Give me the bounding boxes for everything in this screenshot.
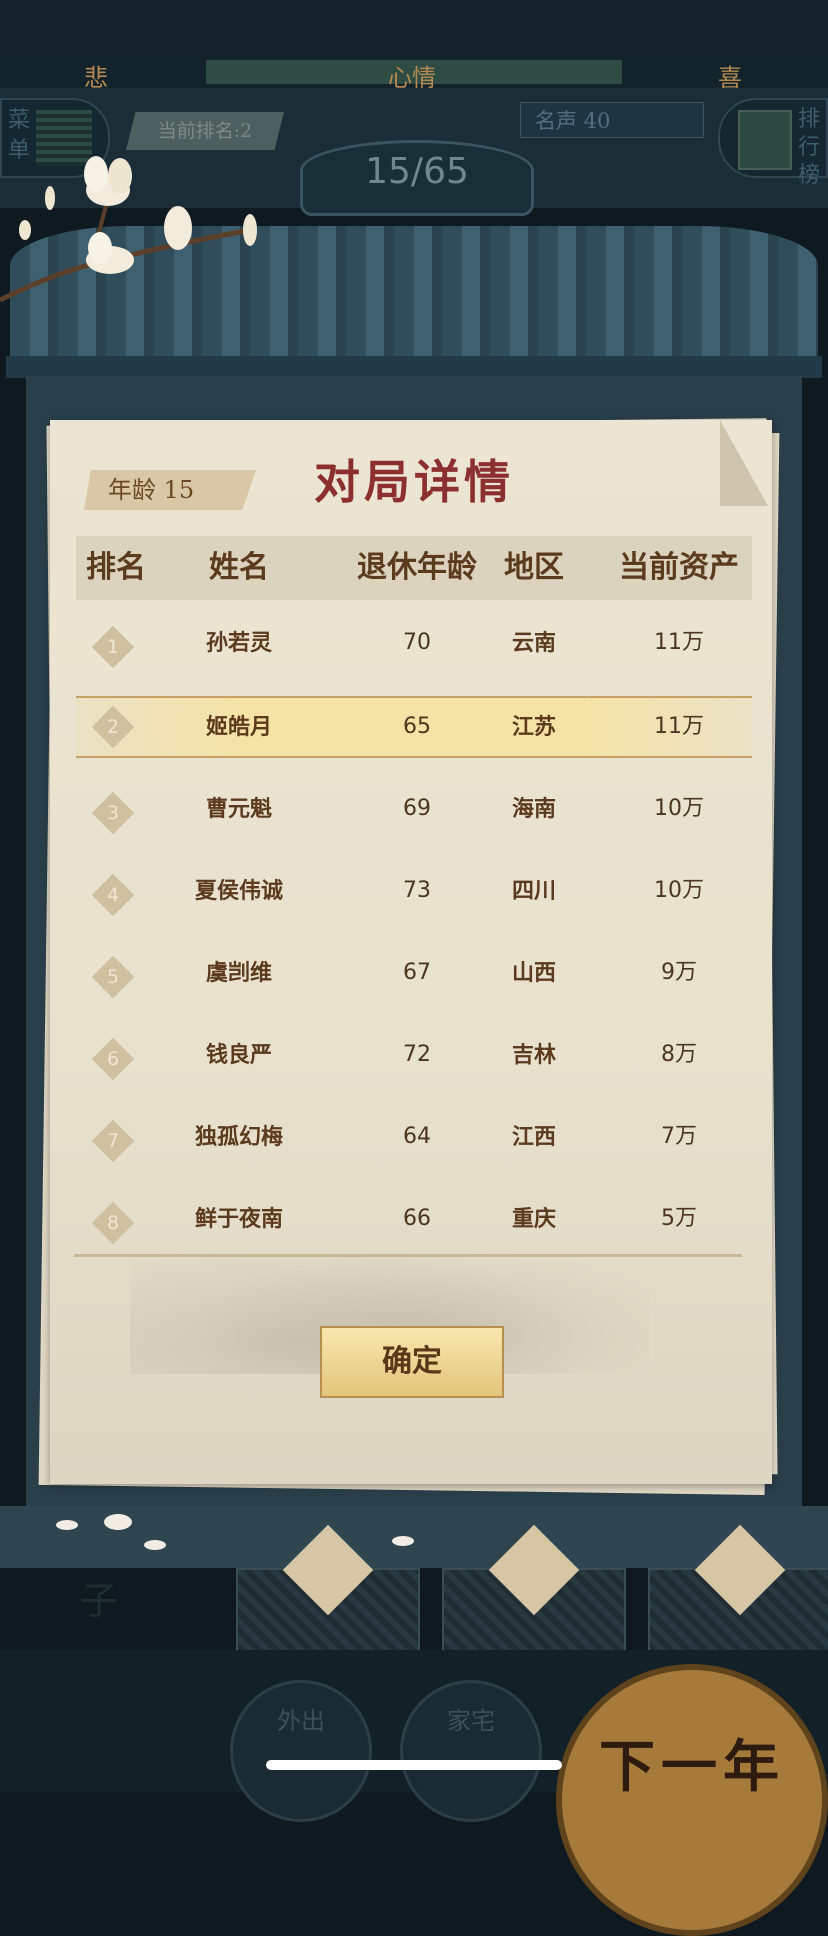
rank-badge: 4 <box>91 873 135 917</box>
turn-plaque: 15/65 <box>300 140 534 216</box>
rank-badge: 7 <box>91 1119 135 1163</box>
header-assets: 当前资产 <box>619 550 739 585</box>
assets: 10万 <box>654 878 704 903</box>
go-out-label: 外出 <box>277 1707 325 1735</box>
player-name: 曹元魁 <box>205 796 272 822</box>
rank-badge: 2 <box>91 705 135 749</box>
current-rank-badge: 当前排名:2 <box>126 112 284 150</box>
retire-age: 65 <box>403 714 431 739</box>
table-bottom-divider <box>74 1254 742 1257</box>
header-retire-age: 退休年龄 <box>357 550 477 585</box>
retire-age: 70 <box>403 630 431 655</box>
petal-icon <box>392 1536 414 1546</box>
retire-age: 69 <box>403 796 431 821</box>
region: 四川 <box>511 878 556 904</box>
building-tile <box>648 1524 828 1652</box>
assets: 7万 <box>661 1124 697 1149</box>
leaderboard-button[interactable]: 排行榜 <box>718 98 828 188</box>
home-button[interactable]: 家宅 <box>400 1680 542 1822</box>
region: 山西 <box>511 960 556 986</box>
assets: 11万 <box>654 714 704 739</box>
rank-badge: 1 <box>91 625 135 669</box>
table-row: 7 独孤幻梅 64 江西 7万 <box>76 1096 752 1178</box>
header-region: 地区 <box>504 550 564 585</box>
retire-age: 73 <box>403 878 431 903</box>
ranking-table: 排名 姓名 退休年龄 地区 当前资产 1 孙若灵 70 云南 11万 2 姬皓月… <box>76 536 752 1256</box>
rank-badge: 3 <box>91 791 135 835</box>
region: 吉林 <box>511 1042 556 1068</box>
retire-age: 66 <box>403 1206 431 1231</box>
table-row: 8 鲜于夜南 66 重庆 5万 <box>76 1178 752 1260</box>
assets: 5万 <box>661 1206 697 1231</box>
region: 云南 <box>511 630 556 656</box>
table-row: 1 孙若灵 70 云南 11万 <box>76 602 752 684</box>
petal-icon <box>144 1540 166 1550</box>
table-row: 6 钱良严 72 吉林 8万 <box>76 1014 752 1096</box>
rank-badge: 6 <box>91 1037 135 1081</box>
assets: 9万 <box>661 960 697 985</box>
player-name: 独孤幻梅 <box>194 1124 283 1150</box>
fame-display: 名声 40 <box>520 102 704 138</box>
next-year-button[interactable]: 下一年 <box>556 1664 828 1936</box>
retire-age: 72 <box>403 1042 431 1067</box>
building-tile <box>236 1524 420 1652</box>
rank-badge: 5 <box>91 955 135 999</box>
table-row-highlighted: 2 姬皓月 65 江苏 11万 <box>76 696 752 758</box>
player-name: 夏侯伟诚 <box>194 878 283 904</box>
assets: 8万 <box>661 1042 697 1067</box>
assets: 10万 <box>654 796 704 821</box>
player-name: 姬皓月 <box>205 714 272 740</box>
header-name: 姓名 <box>209 550 269 585</box>
side-character: 子 <box>80 1579 119 1623</box>
turn-counter: 15/65 <box>365 151 469 192</box>
magnolia-branch-icon <box>0 156 257 303</box>
petal-icon <box>104 1514 132 1530</box>
player-name: 钱良严 <box>205 1042 272 1068</box>
player-name: 鲜于夜南 <box>194 1206 283 1232</box>
roof-eave <box>6 356 822 378</box>
table-header: 排名 姓名 退休年龄 地区 当前资产 <box>76 536 752 600</box>
player-name: 虞剀维 <box>205 960 272 986</box>
region: 重庆 <box>511 1206 556 1232</box>
region: 江西 <box>511 1124 556 1150</box>
mood-bar: 悲 心情 喜 <box>0 58 828 92</box>
confirm-button[interactable]: 确定 <box>320 1326 504 1398</box>
dialog-title: 对局详情 <box>314 455 514 509</box>
table-row: 4 夏侯伟诚 73 四川 10万 <box>76 850 752 932</box>
status-bar <box>0 0 828 58</box>
region: 江苏 <box>511 714 556 740</box>
petal-icon <box>56 1520 78 1530</box>
next-year-label: 下一年 <box>599 1734 785 1800</box>
table-row: 5 虞剀维 67 山西 9万 <box>76 932 752 1014</box>
home-label: 家宅 <box>447 1707 495 1735</box>
go-out-button[interactable]: 外出 <box>230 1680 372 1822</box>
leaderboard-icon <box>738 110 792 170</box>
leaderboard-label: 排行榜 <box>798 107 821 188</box>
table-row: 3 曹元魁 69 海南 10万 <box>76 768 752 850</box>
rank-badge: 8 <box>91 1201 135 1245</box>
retire-age: 67 <box>403 960 431 985</box>
assets: 11万 <box>654 630 704 655</box>
building-tile <box>442 1524 626 1652</box>
player-name: 孙若灵 <box>205 630 272 656</box>
header-rank: 排名 <box>86 550 146 585</box>
home-indicator[interactable] <box>266 1760 562 1770</box>
retire-age: 64 <box>403 1124 431 1149</box>
region: 海南 <box>511 796 556 822</box>
